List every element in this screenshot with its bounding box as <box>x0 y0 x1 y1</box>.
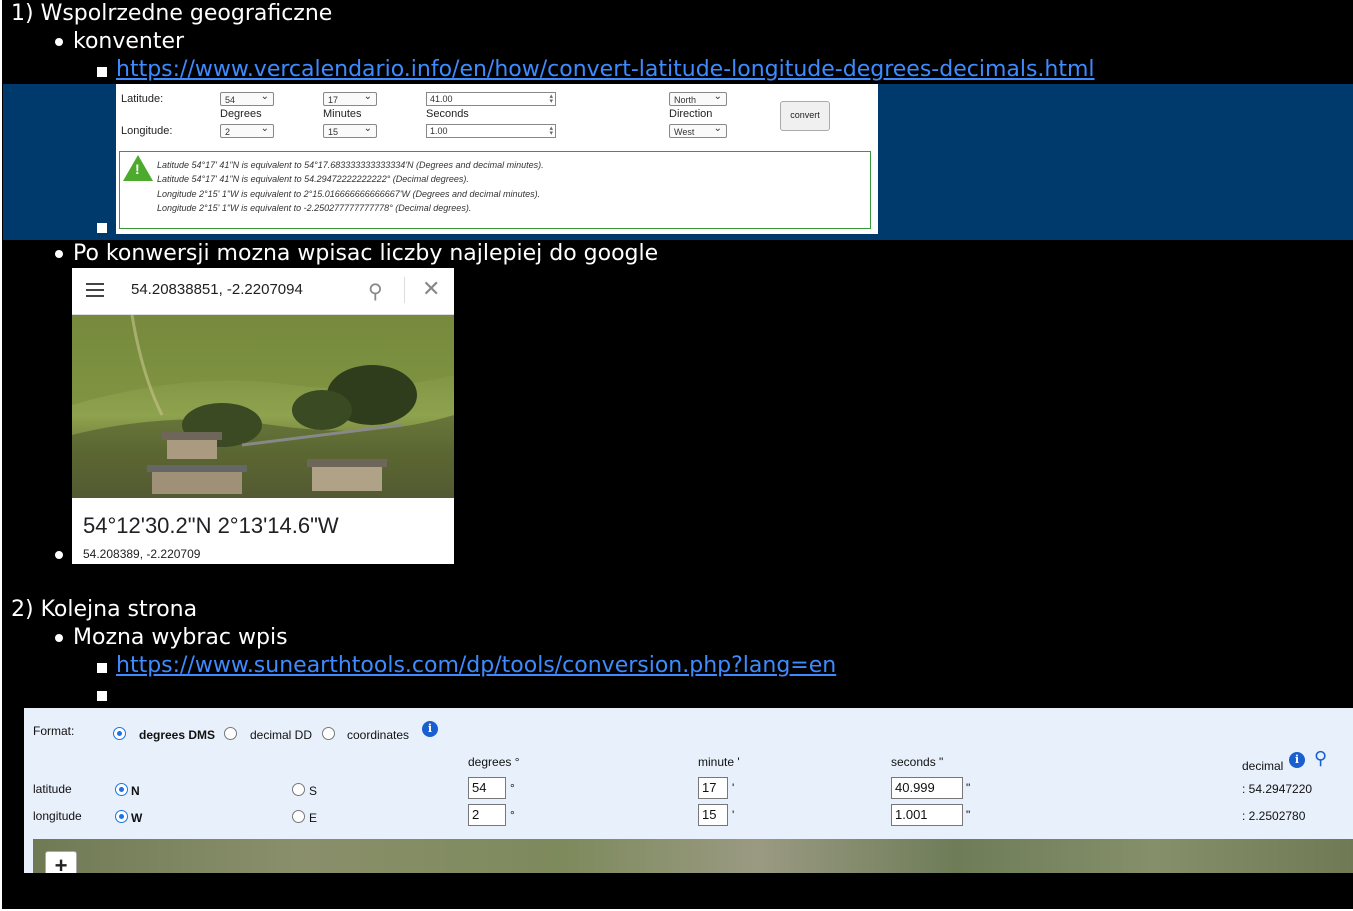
lon-seconds-input[interactable]: 1.00 ▴ ▾ <box>426 124 556 138</box>
warning-icon-mark: ! <box>135 161 140 177</box>
format-dms-label: degrees DMS <box>139 728 216 742</box>
result-box: ! Latitude 54°17' 41"N is equivalent to … <box>119 151 871 229</box>
search-icon[interactable]: ⚲ <box>368 279 383 304</box>
bullet <box>55 38 63 46</box>
bullet <box>55 250 63 258</box>
search-bar: 54.20838851, -2.2207094 ⚲ ✕ <box>72 268 454 315</box>
decimal-coordinates: 54.208389, -2.220709 <box>83 547 201 561</box>
lon-w-radio[interactable] <box>115 810 128 823</box>
satellite-map[interactable] <box>33 839 1353 873</box>
divider <box>404 277 405 303</box>
square-bullet <box>97 663 107 673</box>
lon-direction-select[interactable]: West <box>669 122 727 138</box>
format-coordinates-radio[interactable] <box>322 727 335 740</box>
result-line: Latitude 54°17' 41"N is equivalent to 54… <box>157 174 469 184</box>
result-line: Longitude 2°15' 1"W is equivalent to 2°1… <box>157 189 541 199</box>
bullet <box>55 634 63 642</box>
lat-seconds-input[interactable]: 41.00 ▴ ▾ <box>426 92 556 106</box>
hamburger-menu-icon[interactable] <box>86 283 104 301</box>
converter-screenshot: Latitude: Longitude: Degrees Minutes Sec… <box>116 84 878 234</box>
lon-decimal-value: : 2.2502780 <box>1242 809 1306 823</box>
lat-minutes-select[interactable]: 17 <box>323 90 377 106</box>
lon-e-label: E <box>309 811 318 825</box>
min-unit: ' <box>732 781 735 795</box>
result-line: Latitude 54°17' 41"N is equivalent to 54… <box>157 160 544 170</box>
min-unit: ' <box>732 808 735 822</box>
lat-direction-select[interactable]: North <box>669 90 727 106</box>
latitude-label: Latitude: <box>121 93 164 105</box>
section2-item: Mozna wybrac wpis <box>73 625 288 650</box>
lon-seconds-value: 1.00 <box>430 126 448 136</box>
section1-item-konventer: konventer <box>73 29 185 54</box>
longitude-label: Longitude: <box>121 125 173 137</box>
sec-unit: " <box>966 781 971 795</box>
minute-header: minute ' <box>698 755 740 769</box>
sec-unit: " <box>966 808 971 822</box>
deg-unit: ° <box>510 808 515 822</box>
section2-heading: 2) Kolejna strona <box>11 597 198 622</box>
direction-label: Direction <box>669 108 713 120</box>
lat-seconds-value: 41.00 <box>430 94 453 104</box>
lon-seconds-input[interactable]: 1.001 <box>891 804 963 826</box>
format-dms-radio[interactable] <box>113 727 126 740</box>
degrees-label: Degrees <box>220 108 262 120</box>
format-coordinates-label: coordinates <box>347 728 410 742</box>
section1-heading: 1) Wspolrzedne geograficzne <box>11 1 333 26</box>
lat-seconds-input[interactable]: 40.999 <box>891 777 963 799</box>
search-query[interactable]: 54.20838851, -2.2207094 <box>131 281 303 298</box>
lon-degrees-select[interactable]: 2 <box>220 122 274 138</box>
google-maps-screenshot: 54.20838851, -2.2207094 ⚲ ✕ 54°12'30.2"N… <box>72 268 454 564</box>
seconds-label: Seconds <box>426 108 469 120</box>
format-label: Format: <box>33 724 75 738</box>
info-icon[interactable]: i <box>1289 752 1305 768</box>
lat-minutes-input[interactable]: 17 <box>698 777 728 799</box>
spinner-icon[interactable]: ▴ ▾ <box>549 125 553 137</box>
lon-e-radio[interactable] <box>292 810 305 823</box>
lon-minutes-input[interactable]: 15 <box>698 804 728 826</box>
square-bullet <box>97 691 107 701</box>
degrees-header: degrees ° <box>468 755 520 769</box>
dms-coordinates: 54°12'30.2"N 2°13'14.6"W <box>83 513 339 538</box>
sunearthtools-screenshot: Format: degrees DMS decimal DD coordinat… <box>24 708 1353 873</box>
magnifier-icon[interactable]: ⚲ <box>1314 748 1327 769</box>
lat-s-label: S <box>309 784 318 798</box>
deg-unit: ° <box>510 781 515 795</box>
lat-degrees-input[interactable]: 54 <box>468 777 506 799</box>
minutes-label: Minutes <box>323 108 362 120</box>
format-dd-label: decimal DD <box>250 728 313 742</box>
longitude-label: longitude <box>33 809 82 823</box>
info-icon[interactable]: i <box>422 721 438 737</box>
format-dd-radio[interactable] <box>224 727 237 740</box>
spinner-icon[interactable]: ▴ ▾ <box>549 93 553 105</box>
sunearthtools-link[interactable]: https://www.sunearthtools.com/dp/tools/c… <box>116 652 836 680</box>
lon-w-label: W <box>131 811 143 825</box>
lon-degrees-input[interactable]: 2 <box>468 804 506 826</box>
square-bullet <box>97 223 107 233</box>
vercalendario-link[interactable]: https://www.vercalendario.info/en/how/co… <box>116 56 1095 84</box>
zoom-in-button[interactable]: + <box>45 851 77 873</box>
lat-degrees-select[interactable]: 54 <box>220 90 274 106</box>
lat-s-radio[interactable] <box>292 783 305 796</box>
latitude-label: latitude <box>33 782 72 796</box>
convert-button[interactable]: convert <box>780 101 830 131</box>
close-icon[interactable]: ✕ <box>422 276 440 302</box>
decimal-header: decimal <box>1242 759 1284 773</box>
lon-minutes-select[interactable]: 15 <box>323 122 377 138</box>
result-line: Longitude 2°15' 1"W is equivalent to -2.… <box>157 203 472 213</box>
lat-decimal-value: : 54.2947220 <box>1242 782 1313 796</box>
lat-n-radio[interactable] <box>115 783 128 796</box>
square-bullet <box>97 67 107 77</box>
location-photo <box>72 315 454 498</box>
section1-item-google: Po konwersji mozna wpisac liczby najlepi… <box>73 241 659 266</box>
seconds-header: seconds " <box>891 755 944 769</box>
lat-n-label: N <box>131 784 140 798</box>
bullet <box>55 551 63 559</box>
